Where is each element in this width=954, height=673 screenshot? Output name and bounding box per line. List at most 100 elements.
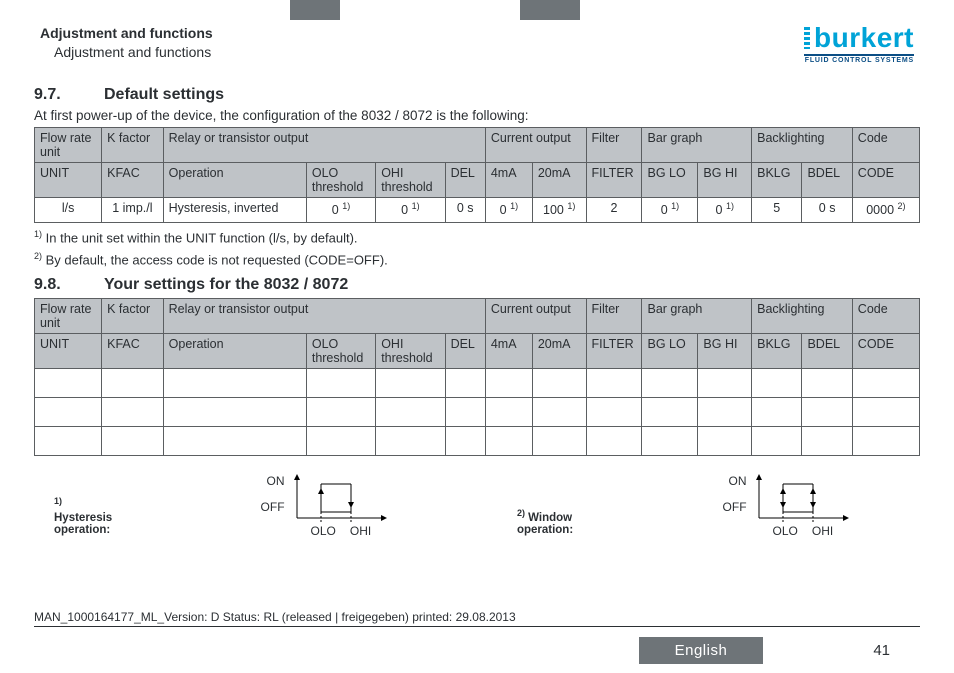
table-row: UNIT KFAC Operation OLO threshold OHI th… (35, 333, 920, 368)
param-bglo: BG LO (642, 163, 698, 198)
param-bdel: BDEL (802, 333, 852, 368)
param-bghi: BG HI (698, 333, 752, 368)
group-kfac: K factor (102, 128, 164, 163)
label-off: OFF (585, 500, 750, 514)
label-off: OFF (124, 500, 288, 514)
language-badge: English (639, 637, 764, 664)
label-on: ON (585, 474, 750, 488)
group-filter: Filter (586, 298, 642, 333)
label-ohi: OHI (350, 524, 371, 538)
your-settings-table: Flow rate unit K factor Relay or transis… (34, 298, 920, 456)
param-del: DEL (445, 333, 485, 368)
table-row: Flow rate unit K factor Relay or transis… (35, 128, 920, 163)
label-olo: OLO (311, 524, 336, 538)
param-unit: UNIT (35, 333, 102, 368)
hysteresis-diagram-block: 1) Hysteresis operation: ON OFF (54, 474, 457, 538)
window-diagram-icon (753, 474, 849, 524)
param-olo: OLO threshold (306, 163, 375, 198)
val-olo: 0 1) (306, 198, 375, 223)
param-del: DEL (445, 163, 485, 198)
param-code: CODE (852, 333, 919, 368)
brand-logo: burkert FLUID CONTROL SYSTEMS (804, 24, 914, 64)
val-kfac: 1 imp./l (102, 198, 164, 223)
param-code: CODE (852, 163, 919, 198)
brand-tagline: FLUID CONTROL SYSTEMS (804, 54, 914, 64)
param-4ma: 4mA (485, 333, 532, 368)
param-kfac: KFAC (102, 333, 164, 368)
param-bghi: BG HI (698, 163, 752, 198)
group-code: Code (852, 128, 919, 163)
page-footer: English 41 (0, 635, 954, 665)
val-oper: Hysteresis, inverted (163, 198, 306, 223)
logo-dots-icon (804, 27, 810, 49)
breadcrumb-sub: Adjustment and functions (40, 43, 213, 62)
brand-name: burkert (814, 24, 914, 52)
footnote-2: 2) By default, the access code is not re… (34, 251, 920, 267)
val-bklg: 5 (752, 198, 802, 223)
param-bdel: BDEL (802, 163, 852, 198)
param-bglo: BG LO (642, 333, 698, 368)
val-bglo: 0 1) (642, 198, 698, 223)
val-ohi: 0 1) (376, 198, 445, 223)
group-current: Current output (485, 298, 586, 333)
section-97-title: Default settings (104, 86, 224, 104)
param-olo: OLO threshold (306, 333, 375, 368)
param-bklg: BKLG (752, 163, 802, 198)
group-relay: Relay or transistor output (163, 298, 485, 333)
group-backlight: Backlighting (752, 128, 853, 163)
param-filter: FILTER (586, 333, 642, 368)
val-bghi: 0 1) (698, 198, 752, 223)
group-flow: Flow rate unit (35, 298, 102, 333)
group-flow: Flow rate unit (35, 128, 102, 163)
val-4ma: 0 1) (485, 198, 532, 223)
param-oper: Operation (163, 163, 306, 198)
window-diagram-block: 2) Window operation: ON OFF (517, 474, 920, 538)
group-current: Current output (485, 128, 586, 163)
group-code: Code (852, 298, 919, 333)
hysteresis-diagram-icon (291, 474, 387, 524)
param-20ma: 20mA (532, 163, 586, 198)
label-olo: OLO (773, 524, 798, 538)
group-relay: Relay or transistor output (163, 128, 485, 163)
decor-bar-right (520, 0, 580, 20)
param-4ma: 4mA (485, 163, 532, 198)
val-filter: 2 (586, 198, 642, 223)
default-settings-table: Flow rate unit K factor Relay or transis… (34, 127, 920, 223)
param-ohi: OHI threshold (376, 333, 445, 368)
table-row (35, 426, 920, 455)
val-code: 0000 2) (852, 198, 919, 223)
param-filter: FILTER (586, 163, 642, 198)
section-98-number: 9.8. (34, 276, 76, 294)
table-row (35, 368, 920, 397)
group-kfac: K factor (102, 298, 164, 333)
breadcrumb: Adjustment and functions Adjustment and … (40, 24, 213, 62)
decor-bar-left (290, 0, 340, 20)
section-97-intro: At first power-up of the device, the con… (34, 108, 920, 123)
param-unit: UNIT (35, 163, 102, 198)
param-kfac: KFAC (102, 163, 164, 198)
table-row: l/s 1 imp./l Hysteresis, inverted 0 1) 0… (35, 198, 920, 223)
group-bargraph: Bar graph (642, 298, 752, 333)
val-unit: l/s (35, 198, 102, 223)
param-bklg: BKLG (752, 333, 802, 368)
footnote-1: 1) In the unit set within the UNIT funct… (34, 229, 920, 245)
val-20ma: 100 1) (532, 198, 586, 223)
diagrams-row: 1) Hysteresis operation: ON OFF (34, 474, 920, 538)
label-on: ON (124, 474, 288, 488)
group-filter: Filter (586, 128, 642, 163)
section-97-number: 9.7. (34, 86, 76, 104)
window-label: 2) Window operation: (517, 508, 573, 538)
page-content: 9.7. Default settings At first power-up … (0, 70, 954, 538)
group-bargraph: Bar graph (642, 128, 752, 163)
section-97-heading: 9.7. Default settings (34, 86, 920, 104)
section-98-heading: 9.8. Your settings for the 8032 / 8072 (34, 276, 920, 294)
group-backlight: Backlighting (752, 298, 853, 333)
hysteresis-label: 1) Hysteresis operation: (54, 496, 112, 538)
val-bdel: 0 s (802, 198, 852, 223)
val-del: 0 s (445, 198, 485, 223)
param-ohi: OHI threshold (376, 163, 445, 198)
param-oper: Operation (163, 333, 306, 368)
section-98-title: Your settings for the 8032 / 8072 (104, 276, 348, 294)
table-row: UNIT KFAC Operation OLO threshold OHI th… (35, 163, 920, 198)
document-metadata-line: MAN_1000164177_ML_Version: D Status: RL … (34, 610, 920, 627)
